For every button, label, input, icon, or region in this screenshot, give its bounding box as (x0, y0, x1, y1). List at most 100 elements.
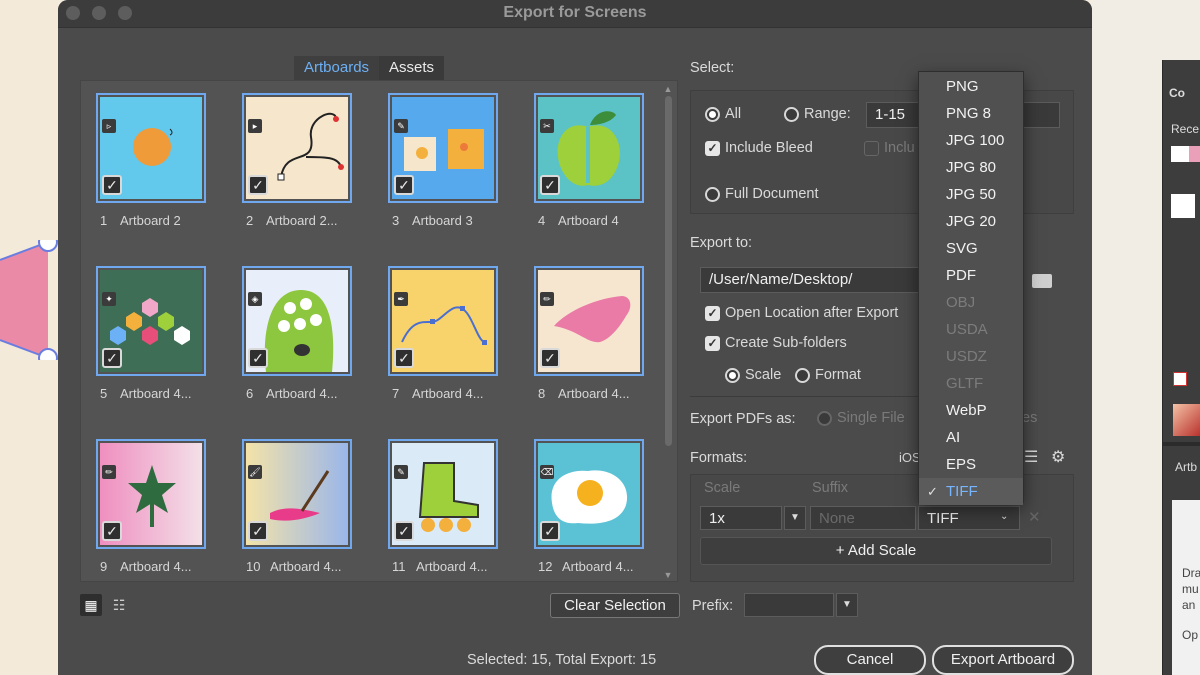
format-option-jpg-50[interactable]: JPG 50 (919, 181, 1023, 208)
menu-item-label: USDZ (946, 348, 987, 365)
artboard-thumb-6[interactable]: ◈ ✓ (242, 266, 352, 376)
cancel-button[interactable]: Cancel (814, 645, 926, 675)
format-option-jpg-100[interactable]: JPG 100 (919, 127, 1023, 154)
artboard-thumb-5[interactable]: ✦ ✓ (96, 266, 206, 376)
color-spectrum[interactable] (1173, 404, 1200, 436)
export-pdfs-label: Export PDFs as: (690, 411, 796, 427)
select-range-radio[interactable] (784, 107, 799, 122)
remove-scale-icon[interactable]: ✕ (1028, 508, 1041, 526)
swatch-pink[interactable] (1189, 146, 1200, 162)
artboard-thumb-2[interactable]: ▸ ✓ (242, 93, 352, 203)
fill-swatch[interactable] (1171, 194, 1195, 218)
artboard-thumb-12[interactable]: ⌫ ✓ (534, 439, 644, 549)
format-option-eps[interactable]: EPS (919, 451, 1023, 478)
format-option-pdf[interactable]: PDF (919, 262, 1023, 289)
format-option-webp[interactable]: WebP (919, 397, 1023, 424)
menu-item-label: USDA (946, 321, 988, 338)
artboard-thumb-7[interactable]: ✒ ✓ (388, 266, 498, 376)
artboard-thumb-4[interactable]: ✂ ✓ (534, 93, 644, 203)
help-text: an (1182, 598, 1196, 612)
checkbox-icon[interactable]: ✓ (540, 175, 560, 195)
scissors-icon: ✂ (540, 119, 554, 133)
format-option-png-8[interactable]: PNG 8 (919, 100, 1023, 127)
none-swatch[interactable] (1173, 372, 1187, 386)
scale-radio[interactable] (725, 368, 740, 383)
artboard-thumb-3[interactable]: ✎ ✓ (388, 93, 498, 203)
checkbox-icon[interactable]: ✓ (248, 175, 268, 195)
format-option-tiff[interactable]: ✓ TIFF (919, 478, 1023, 505)
list-icon[interactable]: ☰ (1024, 447, 1038, 467)
artboard-thumb-11[interactable]: ✎ ✓ (388, 439, 498, 549)
pencil-icon: ✏ (540, 292, 554, 306)
prefix-dropdown-icon[interactable]: ▼ (836, 593, 858, 617)
artboard-label-10: 10 Artboard 4... (246, 559, 342, 574)
single-file-radio[interactable] (817, 411, 832, 426)
status-text: Selected: 15, Total Export: 15 (467, 652, 657, 668)
scale-select[interactable]: 1x (700, 506, 782, 530)
grid-scrollbar[interactable]: ▲ ▼ (662, 84, 674, 580)
format-option-png[interactable]: PNG (919, 73, 1023, 100)
checkbox-icon[interactable]: ✓ (540, 521, 560, 541)
chevron-down-icon[interactable]: ⌄ (1000, 511, 1008, 522)
checkbox-icon[interactable]: ✓ (102, 348, 122, 368)
shape-builder-icon: ✦ (102, 292, 116, 306)
select-all-radio[interactable] (705, 107, 720, 122)
export-artboard-button[interactable]: Export Artboard (932, 645, 1074, 675)
format-option-ai[interactable]: AI (919, 424, 1023, 451)
open-location-checkbox[interactable]: ✓ (705, 306, 720, 321)
tab-assets[interactable]: Assets (379, 56, 445, 80)
artboard-label-2: 2 Artboard 2... (246, 213, 338, 228)
artboard-thumb-8[interactable]: ✏ ✓ (534, 266, 644, 376)
artboards-panel-body: Dra mu an Op (1172, 500, 1200, 675)
menu-item-label: JPG 100 (946, 132, 1005, 149)
scale-dropdown-icon[interactable]: ▼ (784, 506, 806, 530)
artboard-thumb-10[interactable]: 🖌 ✓ (242, 439, 352, 549)
scroll-thumb[interactable] (665, 96, 672, 446)
grid-view-icon[interactable]: ▦ (80, 594, 102, 616)
scroll-down-icon[interactable]: ▼ (662, 570, 674, 580)
create-subfolders-checkbox[interactable]: ✓ (705, 336, 720, 351)
include-bleed-checkbox[interactable]: ✓ (705, 141, 720, 156)
checkbox-icon[interactable]: ✓ (102, 521, 122, 541)
format-radio[interactable] (795, 368, 810, 383)
selection-tool-icon: ▹ (102, 119, 116, 133)
checkbox-icon[interactable]: ✓ (394, 521, 414, 541)
prefix-input[interactable] (744, 593, 834, 617)
full-document-radio[interactable] (705, 187, 720, 202)
artboard-label-12: 12 Artboard 4... (538, 559, 634, 574)
checkbox-icon[interactable]: ✓ (102, 175, 122, 195)
list-view-icon[interactable]: ☷ (108, 594, 130, 616)
artboard-thumb-1[interactable]: ▹ ✓ (96, 93, 206, 203)
folder-icon[interactable] (1032, 274, 1052, 288)
format-option-gltf: GLTF (919, 370, 1023, 397)
window-title: Export for Screens (503, 4, 647, 21)
checkbox-icon[interactable]: ✓ (394, 175, 414, 195)
tab-artboards[interactable]: Artboards (294, 56, 380, 80)
format-option-svg[interactable]: SVG (919, 235, 1023, 262)
multiple-files-label: es (1022, 410, 1038, 426)
recent-label: Rece (1171, 122, 1200, 136)
artboard-thumb-9[interactable]: ✏ ✓ (96, 439, 206, 549)
pencil-icon: ✏ (102, 465, 116, 479)
select-range-label: Range: (804, 106, 851, 122)
checkbox-icon[interactable]: ✓ (248, 521, 268, 541)
menu-item-label: GLTF (946, 375, 984, 392)
add-scale-button[interactable]: + Add Scale (700, 537, 1052, 565)
format-dropdown-menu: PNG PNG 8 JPG 100 JPG 80 JPG 50 JPG 20 SVG PDF O… (918, 71, 1024, 505)
suffix-input[interactable]: None (810, 506, 916, 530)
format-option-jpg-80[interactable]: JPG 80 (919, 154, 1023, 181)
swatch-white[interactable] (1171, 146, 1189, 162)
export-path-input[interactable]: /User/Name/Desktop/ (700, 267, 920, 293)
checkbox-icon[interactable]: ✓ (248, 348, 268, 368)
checkbox-icon[interactable]: ✓ (394, 348, 414, 368)
artboard-label-8: 8 Artboard 4... (538, 386, 630, 401)
include-partial-checkbox[interactable] (864, 141, 879, 156)
clear-selection-button[interactable]: Clear Selection (550, 593, 680, 618)
settings-gear-icon[interactable]: ⚙ (1051, 447, 1065, 467)
format-option-obj: OBJ (919, 289, 1023, 316)
scroll-up-icon[interactable]: ▲ (662, 84, 674, 94)
include-partial-label: Inclu (884, 140, 915, 156)
checkbox-icon[interactable]: ✓ (540, 348, 560, 368)
export-to-heading: Export to: (690, 235, 753, 251)
format-option-jpg-20[interactable]: JPG 20 (919, 208, 1023, 235)
